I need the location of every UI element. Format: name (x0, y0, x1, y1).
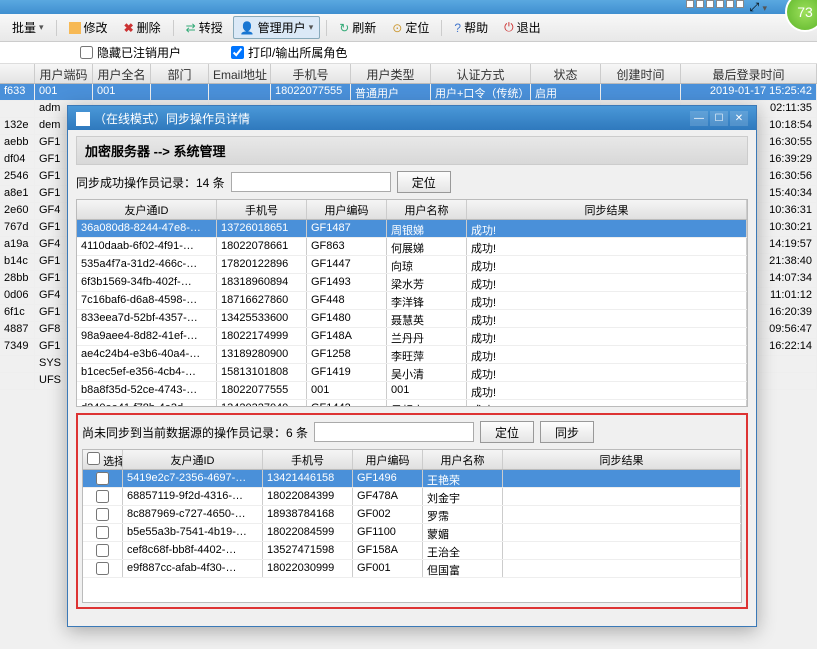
delete-button[interactable]: ✖删除 (118, 17, 167, 38)
success-count-label: 同步成功操作员记录：14 条 (76, 174, 225, 191)
sync-row[interactable]: 833eea7d-52bf-4357-…13425533600GF1480聂慧英… (77, 310, 747, 328)
sync-row[interactable]: 6f3b1569-34fb-402f-…18318960894GF1493梁水芳… (77, 274, 747, 292)
options-row: 隐藏已注销用户 打印/输出所属角色 (0, 42, 817, 64)
sync-row[interactable]: 535a4f7a-31d2-466c-…17820122896GF1447向琼成… (77, 256, 747, 274)
unsync-locate-input[interactable] (314, 422, 474, 442)
transfer-button[interactable]: ⇄转授 (180, 17, 229, 38)
unsync-row[interactable]: 5419e2c7-2356-4697-…13421446158GF1496王艳荣 (83, 470, 741, 488)
edit-button[interactable]: 修改 (63, 17, 114, 38)
unsync-row[interactable]: b5e55a3b-7541-4b19-…18022084599GF1100蒙媚 (83, 524, 741, 542)
window-top-icons: ⤢ ▾ (686, 0, 767, 15)
sync-btn[interactable]: 同步 (540, 421, 594, 443)
unsync-row[interactable]: e9f887cc-afab-4f30-…18022030999GF001但国富 (83, 560, 741, 578)
sync-row[interactable]: d240ee41-f78b-4e3d-…13420337040GF1442吴超立… (77, 400, 747, 406)
unsync-count-label: 尚未同步到当前数据源的操作员记录：6 条 (82, 424, 308, 441)
sync-row[interactable]: 4110daab-6f02-4f91-…18022078661GF863何展娣成… (77, 238, 747, 256)
hide-deregistered-check[interactable]: 隐藏已注销用户 (80, 44, 181, 61)
sync-row[interactable]: ae4c24b4-e3b6-40a4-…13189280900GF1258李旺萍… (77, 346, 747, 364)
exit-button[interactable]: ⏻退出 (498, 17, 547, 38)
maximize-button[interactable]: ☐ (710, 111, 728, 126)
unsynced-panel: 尚未同步到当前数据源的操作员记录：6 条 定位 同步 选择 友户通ID 手机号 … (76, 413, 748, 609)
select-all-check[interactable] (87, 452, 100, 465)
refresh-button[interactable]: ↻刷新 (333, 17, 382, 38)
locate-input[interactable] (231, 172, 391, 192)
sync-modal: （在线模式）同步操作员详情 — ☐ ✕ 加密服务器 --> 系统管理 同步成功操… (67, 105, 757, 627)
locate-btn[interactable]: 定位 (397, 171, 451, 193)
sync-row[interactable]: b8a8f35d-52ce-4743-…18022077555001001成功! (77, 382, 747, 400)
print-role-check[interactable]: 打印/输出所属角色 (231, 44, 347, 61)
unsync-row[interactable]: cef8c68f-bb8f-4402-…13527471598GF158A王治全 (83, 542, 741, 560)
modal-title-text: （在线模式）同步操作员详情 (94, 112, 250, 126)
batch-button[interactable]: 批量▾ (6, 17, 50, 38)
app-icon (76, 112, 90, 126)
synced-grid: 友户通ID 手机号 用户编码 用户名称 同步结果 36a080d8-8244-4… (76, 199, 748, 407)
locate-button[interactable]: ⊙定位 (386, 17, 435, 38)
sync-row[interactable]: 98a9aee4-8d82-41ef-…18022174999GF148A兰丹丹… (77, 328, 747, 346)
main-grid-header: 用户端码 用户全名 部门 Email地址 手机号 用户类型 认证方式 状态 创建… (0, 64, 817, 84)
modal-titlebar[interactable]: （在线模式）同步操作员详情 — ☐ ✕ (68, 106, 756, 130)
sync-row[interactable]: b1cec5ef-e356-4cb4-…15813101808GF1419吴小清… (77, 364, 747, 382)
unsync-locate-btn[interactable]: 定位 (480, 421, 534, 443)
section-title: 加密服务器 --> 系统管理 (76, 136, 748, 165)
unsynced-grid-body[interactable]: 5419e2c7-2356-4697-…13421446158GF1496王艳荣… (83, 470, 741, 602)
sync-row[interactable]: 7c16baf6-d6a8-4598-…18716627860GF448李洋锋成… (77, 292, 747, 310)
minimize-button[interactable]: — (690, 111, 708, 126)
synced-grid-body[interactable]: 36a080d8-8244-47e8-…13726018651GF1487周银娣… (77, 220, 747, 406)
close-button[interactable]: ✕ (730, 111, 748, 126)
unsync-row[interactable]: 8c887969-c727-4650-…18938784168GF002罗霈 (83, 506, 741, 524)
table-row[interactable]: f63300100118022077555普通用户用户+口令（传统）启用2019… (0, 84, 817, 101)
sync-row[interactable]: 36a080d8-8244-47e8-…13726018651GF1487周银娣… (77, 220, 747, 238)
help-button[interactable]: ?帮助 (448, 17, 494, 38)
manage-users-button[interactable]: 👤管理用户▾ (233, 16, 321, 39)
unsync-row[interactable]: 68857119-9f2d-4316-…18022084399GF478A刘金宇 (83, 488, 741, 506)
main-toolbar: 批量▾ 修改 ✖删除 ⇄转授 👤管理用户▾ ↻刷新 ⊙定位 ?帮助 ⏻退出 (0, 14, 817, 42)
